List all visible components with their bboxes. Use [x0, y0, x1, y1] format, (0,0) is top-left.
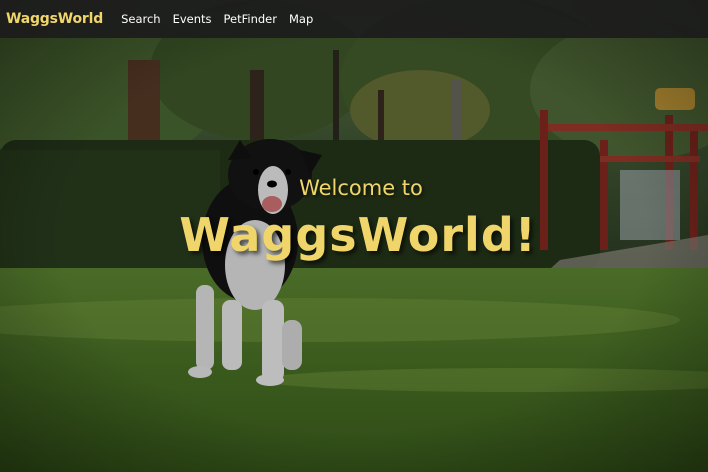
top-navbar: WaggsWorld Search Events PetFinder Map — [0, 0, 708, 38]
nav-link-petfinder[interactable]: PetFinder — [224, 12, 277, 26]
page: WaggsWorld Search Events PetFinder Map W… — [0, 0, 708, 472]
nav-link-events[interactable]: Events — [173, 12, 212, 26]
hero-welcome: Welcome to WaggsWorld! — [0, 176, 708, 262]
nav-links: Search Events PetFinder Map — [121, 12, 313, 26]
brand-logo-link[interactable]: WaggsWorld — [6, 11, 103, 27]
nav-link-search[interactable]: Search — [121, 12, 161, 26]
welcome-subtitle: Welcome to — [299, 176, 423, 200]
nav-link-map[interactable]: Map — [289, 12, 313, 26]
hero-title: WaggsWorld! — [179, 208, 537, 262]
